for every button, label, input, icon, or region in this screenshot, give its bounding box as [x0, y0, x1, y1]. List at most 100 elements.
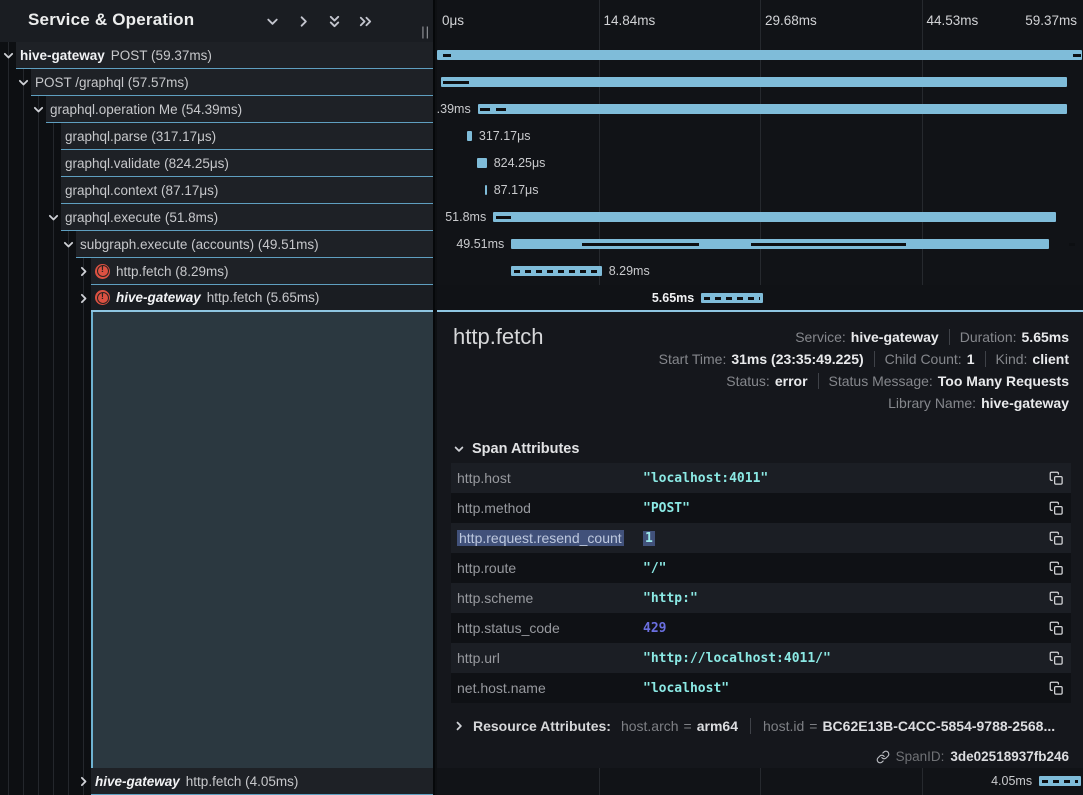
span-bar[interactable] — [701, 293, 763, 303]
span-tree-row[interactable]: graphql.parse (317.17μs) — [0, 123, 433, 150]
span-bar-stripes — [704, 297, 760, 300]
meta-value: client — [1032, 351, 1069, 367]
resource-key: host.arch — [621, 718, 679, 734]
span-row-content[interactable]: hive-gatewayhttp.fetch (4.05ms) — [91, 768, 433, 795]
chevron-down-icon[interactable] — [17, 76, 30, 89]
chevron-down-icon[interactable] — [2, 49, 15, 62]
span-duration-label: 8.29ms — [609, 264, 650, 278]
copy-icon[interactable] — [1041, 501, 1071, 516]
span-row-content[interactable]: graphql.operation Me (54.39ms) — [46, 96, 433, 123]
chevron-right-icon[interactable] — [77, 775, 90, 788]
span-bar[interactable] — [1039, 776, 1081, 786]
span-tree: hive-gatewayPOST (59.37ms) POST /graphql … — [0, 42, 433, 312]
span-tree-row[interactable]: graphql.operation Me (54.39ms) — [0, 96, 433, 123]
operation-label: graphql.operation Me (54.39ms) — [50, 102, 242, 117]
copy-icon[interactable] — [1041, 471, 1071, 486]
span-attributes-table: http.host"localhost:4011"http.method"POS… — [451, 463, 1071, 703]
meta-label: Status Message: — [829, 373, 933, 389]
span-attributes-header[interactable]: Span Attributes — [453, 441, 579, 457]
copy-icon[interactable] — [1041, 681, 1071, 696]
resource-attributes-preview: host.arch=arm64host.id=BC62E13B-C4CC-585… — [621, 718, 1055, 734]
attribute-value: 1 — [643, 531, 1041, 546]
copy-icon[interactable] — [1041, 651, 1071, 666]
span-row-content[interactable]: graphql.validate (824.25μs) — [61, 150, 433, 177]
link-icon[interactable] — [876, 750, 890, 764]
span-tree-row-selected[interactable]: hive-gatewayhttp.fetch (5.65ms) — [0, 285, 433, 312]
span-tree-panel: Service & Operation || hive-gatewayPOST … — [0, 0, 435, 795]
span-row-content[interactable]: graphql.context (87.17μs) — [61, 177, 433, 204]
span-tree-row[interactable]: hive-gatewayPOST (59.37ms) — [0, 42, 433, 69]
span-tree-row[interactable]: http.fetch (8.29ms) — [0, 258, 433, 285]
chevron-right-icon[interactable] — [453, 720, 465, 732]
span-bar[interactable] — [441, 77, 1067, 87]
attribute-row: http.url"http://localhost:4011/" — [451, 643, 1071, 673]
attribute-row: http.host"localhost:4011" — [451, 463, 1071, 493]
resource-value: BC62E13B-C4CC-5854-9788-2568... — [822, 718, 1055, 734]
attribute-value: "localhost:4011" — [643, 471, 1041, 486]
span-bar[interactable] — [478, 104, 1068, 114]
child-span-mark — [480, 108, 490, 111]
copy-icon[interactable] — [1041, 561, 1071, 576]
attribute-key: http.route — [451, 560, 643, 576]
divider — [818, 373, 819, 389]
span-row-content[interactable]: subgraph.execute (accounts) (49.51ms) — [76, 231, 433, 258]
span-bar[interactable] — [511, 266, 601, 276]
attribute-key: net.host.name — [451, 680, 643, 696]
span-bar[interactable] — [477, 158, 487, 168]
span-tree-row[interactable]: graphql.validate (824.25μs) — [0, 150, 433, 177]
span-bar[interactable] — [467, 131, 472, 141]
timeline-row: 49.51ms — [437, 231, 1083, 258]
span-duration-label: 54.39ms — [437, 102, 471, 116]
copy-icon[interactable] — [1041, 591, 1071, 606]
span-tree-row[interactable]: hive-gatewayhttp.fetch (4.05ms) — [0, 768, 433, 795]
span-duration-label: 824.25μs — [494, 156, 546, 170]
span-row-content[interactable]: POST /graphql (57.57ms) — [31, 69, 433, 96]
span-row-content[interactable]: http.fetch (8.29ms) — [91, 258, 433, 285]
operation-label: graphql.parse (317.17μs) — [65, 129, 216, 144]
resource-attributes-title[interactable]: Resource Attributes: — [473, 718, 611, 734]
span-tree-row[interactable]: graphql.execute (51.8ms) — [0, 204, 433, 231]
span-row-content[interactable]: hive-gatewayhttp.fetch (5.65ms) — [91, 285, 433, 312]
span-duration-label: 87.17μs — [494, 183, 539, 197]
chevron-down-icon[interactable] — [47, 211, 60, 224]
span-id-row: SpanID: 3de02518937fb246 — [876, 749, 1069, 764]
double-chevron-right-icon[interactable] — [357, 13, 373, 29]
chevron-right-icon[interactable] — [77, 265, 90, 278]
attribute-row: net.host.name"localhost" — [451, 673, 1071, 703]
timeline-row: 824.25μs — [437, 150, 1083, 177]
span-bar[interactable] — [437, 50, 1082, 60]
double-chevron-down-icon[interactable] — [326, 13, 342, 29]
attribute-key: http.status_code — [451, 620, 643, 636]
child-span-mark — [496, 216, 511, 219]
operation-label: POST /graphql (57.57ms) — [35, 75, 189, 90]
resource-key: host.id — [763, 718, 804, 734]
timeline-row: 8.29ms — [437, 258, 1083, 285]
span-tree-row[interactable]: subgraph.execute (accounts) (49.51ms) — [0, 231, 433, 258]
span-bar[interactable] — [485, 185, 487, 195]
span-meta-line: Start Time:31ms (23:35:49.225)Child Coun… — [659, 348, 1069, 370]
span-row-content[interactable]: graphql.parse (317.17μs) — [61, 123, 433, 150]
panel-resize-handle[interactable]: || — [421, 24, 430, 39]
copy-icon[interactable] — [1041, 531, 1071, 546]
child-span-mark — [443, 81, 469, 84]
timeline-panel: 0μs14.84ms29.68ms44.53ms59.37ms 59.37ms5… — [437, 0, 1083, 795]
chevron-right-icon[interactable] — [77, 292, 90, 305]
chevron-down-icon[interactable] — [32, 103, 45, 116]
timeline-row: 5.65ms — [437, 285, 1083, 312]
span-row-content[interactable]: graphql.execute (51.8ms) — [61, 204, 433, 231]
attribute-row: http.method"POST" — [451, 493, 1071, 523]
tree-header-title: Service & Operation — [28, 10, 194, 30]
timeline-rows: 59.37ms57.57ms54.39ms317.17μs824.25μs87.… — [437, 42, 1083, 312]
meta-label: Start Time: — [659, 351, 727, 367]
meta-label: Child Count: — [885, 351, 962, 367]
chevron-down-icon[interactable] — [264, 13, 280, 29]
span-tree-row[interactable]: POST /graphql (57.57ms) — [0, 69, 433, 96]
chevron-right-icon[interactable] — [295, 13, 311, 29]
span-row-content[interactable]: hive-gatewayPOST (59.37ms) — [16, 42, 433, 69]
axis-tick-label: 29.68ms — [765, 13, 817, 28]
span-bar[interactable] — [493, 212, 1056, 222]
meta-label: Library Name: — [888, 395, 976, 411]
copy-icon[interactable] — [1041, 621, 1071, 636]
chevron-down-icon[interactable] — [62, 238, 75, 251]
span-tree-row[interactable]: graphql.context (87.17μs) — [0, 177, 433, 204]
